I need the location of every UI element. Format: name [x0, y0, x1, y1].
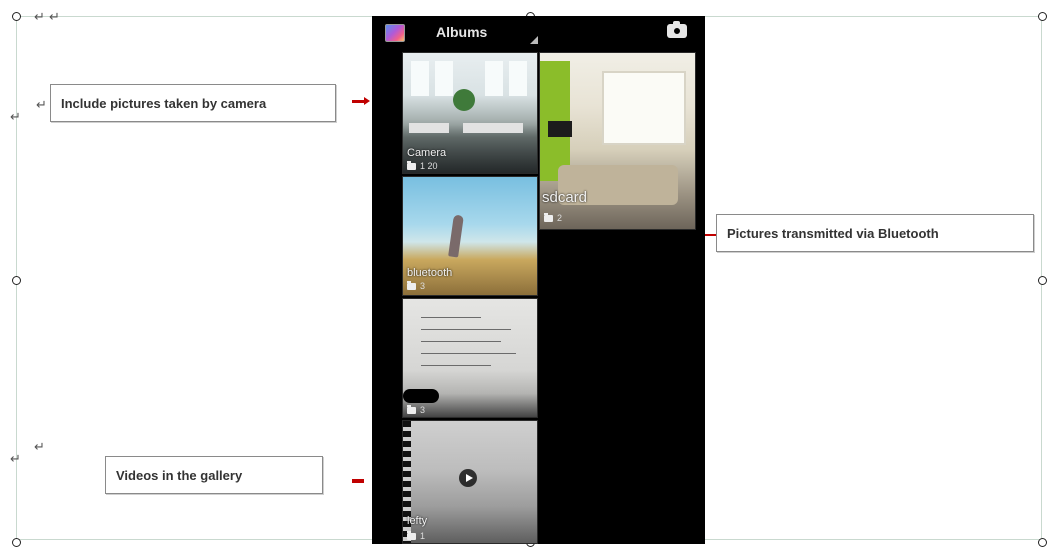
- callout-videos: Videos in the gallery: [105, 456, 323, 494]
- scene-desk: [409, 123, 449, 133]
- resize-handle-middle-left[interactable]: [12, 276, 21, 285]
- album-meta: 1 20: [407, 160, 438, 171]
- album-bluetooth[interactable]: bluetooth 3: [402, 176, 538, 296]
- resize-handle-top-left[interactable]: [12, 12, 21, 21]
- scene-desk: [463, 123, 523, 133]
- scene-handwriting: [421, 365, 491, 366]
- folder-icon: [407, 404, 416, 414]
- resize-handle-bottom-left[interactable]: [12, 538, 21, 547]
- folder-icon: [407, 280, 416, 290]
- album-count: 1 20: [420, 161, 438, 171]
- folder-icon: [544, 212, 553, 222]
- gallery-app-icon[interactable]: [385, 24, 405, 42]
- folder-icon: [407, 530, 416, 540]
- album-count: 3: [420, 405, 426, 415]
- album-count: 3: [420, 281, 426, 291]
- album-label: bluetooth: [407, 267, 453, 279]
- scene-person: [448, 214, 464, 258]
- album-meta: 3: [407, 280, 426, 291]
- callout-connector-line: [352, 100, 364, 103]
- resize-handle-top-right[interactable]: [1038, 12, 1047, 21]
- callout-connector-line: [352, 479, 364, 483]
- album-count: 1: [420, 531, 426, 541]
- scene-handwriting: [421, 317, 481, 318]
- album-meta: 1: [407, 530, 426, 541]
- paragraph-mark: ↵: [10, 110, 21, 125]
- resize-handle-bottom-right[interactable]: [1038, 538, 1047, 547]
- paragraph-mark: ↵: [34, 440, 45, 455]
- action-bar: Albums: [372, 16, 705, 48]
- scene-window: [509, 61, 527, 96]
- camera-icon[interactable]: [667, 21, 687, 38]
- scene-handwriting: [421, 329, 511, 330]
- album-camera[interactable]: Camera 1 20: [402, 52, 538, 174]
- folder-icon: [407, 160, 416, 170]
- redacted-label: [403, 389, 439, 403]
- scene-window: [435, 61, 453, 96]
- callout-bluetooth: Pictures transmitted via Bluetooth: [716, 214, 1034, 252]
- scene-window: [485, 61, 503, 96]
- gallery-screen: Albums Camera 1 20 sdcard 2 bluetooth 3 …: [372, 16, 705, 544]
- callout-camera-text: Include pictures taken by camera: [61, 95, 267, 111]
- callout-bluetooth-text: Pictures transmitted via Bluetooth: [727, 225, 939, 241]
- album-meta: 2: [544, 212, 563, 223]
- page-title: Albums: [436, 24, 488, 40]
- album-sdcard[interactable]: sdcard 2: [539, 52, 696, 230]
- album-label: Camera: [407, 147, 447, 159]
- scene-handwriting: [421, 353, 516, 354]
- paragraph-mark: ↵: [36, 98, 47, 113]
- scene-window: [411, 61, 429, 96]
- album-label: sdcard: [542, 189, 588, 206]
- callout-arrow-icon: [364, 97, 370, 105]
- album-video[interactable]: lefty 1: [402, 420, 538, 544]
- callout-videos-text: Videos in the gallery: [116, 467, 243, 483]
- scene-handwriting: [421, 341, 501, 342]
- resize-handle-middle-right[interactable]: [1038, 276, 1047, 285]
- scene-plant: [453, 89, 475, 111]
- scene-tv: [548, 121, 572, 137]
- album-notes[interactable]: 3: [402, 298, 538, 418]
- paragraph-mark: ↵ ↵: [34, 10, 60, 25]
- album-meta: 3: [407, 404, 426, 415]
- paragraph-mark: ↵: [10, 452, 21, 467]
- album-count: 2: [557, 213, 563, 223]
- album-label: lefty: [407, 515, 428, 527]
- scene-window: [602, 71, 686, 145]
- overflow-triangle-icon[interactable]: [530, 36, 538, 44]
- callout-camera: Include pictures taken by camera: [50, 84, 336, 122]
- play-icon[interactable]: [459, 469, 477, 487]
